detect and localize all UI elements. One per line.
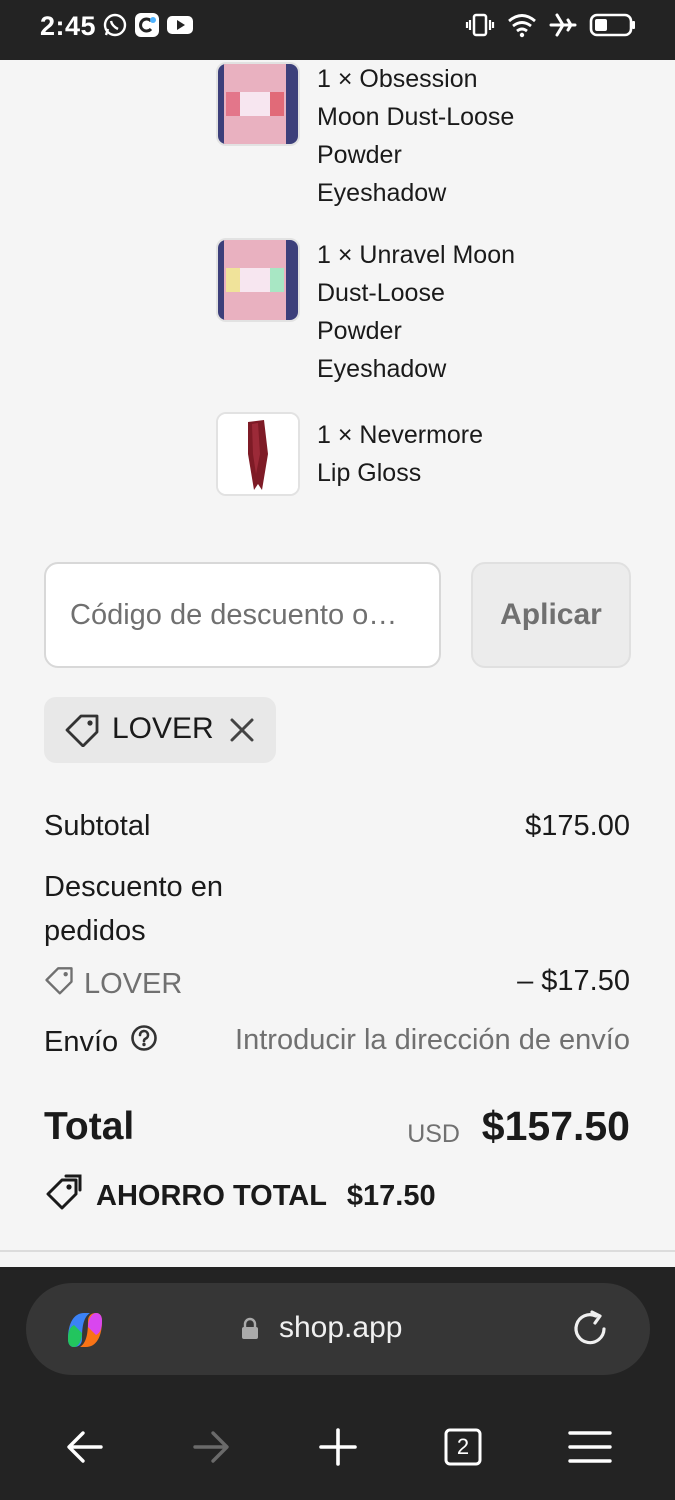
- discount-value: – $17.50: [517, 965, 630, 997]
- back-icon[interactable]: [55, 1417, 115, 1477]
- product-name: 1 × Obsession Moon Dust-Loose Powder Eye…: [317, 65, 515, 207]
- tag-icon: [44, 965, 74, 1003]
- discount-code-input[interactable]: [44, 562, 441, 668]
- reload-icon[interactable]: [570, 1309, 610, 1354]
- discount-code-line: LOVER: [44, 965, 182, 1003]
- copilot-icon[interactable]: [60, 1305, 110, 1360]
- whatsapp-icon: [102, 12, 128, 43]
- product-name: 1 × Unravel Moon Dust-Loose Powder Eyesh…: [317, 241, 516, 383]
- system-icons: [465, 12, 637, 43]
- divider: [0, 1250, 675, 1252]
- currency-code: USD: [407, 1120, 460, 1148]
- browser-nav-row: 2: [0, 1417, 675, 1477]
- savings-value: $17.50: [346, 1179, 436, 1212]
- applied-discount-chip: LOVER: [44, 697, 276, 763]
- tag-icon: [64, 713, 100, 752]
- help-icon[interactable]: [130, 1024, 158, 1060]
- apply-discount-button[interactable]: Aplicar: [471, 562, 631, 668]
- browser-toolbar: shop.app 2: [0, 1267, 675, 1500]
- tabs-button[interactable]: 2: [433, 1417, 493, 1477]
- checkout-content: 1 × Obsession Moon Dust-Loose Powder Eye…: [0, 60, 675, 1252]
- menu-icon[interactable]: [560, 1417, 620, 1477]
- total-savings: AHORRO TOTAL $17.50: [44, 1174, 436, 1218]
- total-label: Total: [44, 1105, 135, 1148]
- wifi-icon: [507, 12, 537, 43]
- applied-code-label: LOVER: [112, 712, 214, 745]
- discount-code-text: LOVER: [84, 967, 183, 1000]
- subtotal-label: Subtotal: [44, 810, 151, 842]
- savings-tags-icon: [44, 1174, 82, 1218]
- lock-icon: [240, 1317, 260, 1346]
- notification-icons: [102, 12, 194, 43]
- shipping-row: Envío: [44, 1024, 158, 1060]
- product-thumbnail: [216, 412, 300, 496]
- total-value: $157.50: [481, 1103, 630, 1149]
- product-thumbnail: [216, 62, 300, 146]
- product-name: 1 × Nevermore Lip Gloss: [317, 421, 484, 487]
- copilot-notification-icon: [134, 12, 160, 43]
- subtotal-value: $175.00: [525, 810, 630, 842]
- url-text[interactable]: shop.app: [279, 1311, 402, 1345]
- order-discount-label: Descuento en pedidos: [44, 871, 223, 947]
- new-tab-plus-icon[interactable]: [308, 1417, 368, 1477]
- shipping-address-prompt: Introducir la dirección de envío: [235, 1024, 630, 1056]
- shipping-label: Envío: [44, 1025, 119, 1058]
- status-bar: 2:45: [0, 0, 675, 60]
- product-thumbnail: [216, 238, 300, 322]
- vibrate-icon: [465, 12, 495, 43]
- airplane-mode-icon: [549, 12, 577, 43]
- youtube-icon: [166, 12, 194, 43]
- savings-label: AHORRO TOTAL: [96, 1179, 327, 1212]
- remove-discount-close-icon[interactable]: [228, 716, 256, 744]
- battery-icon: [589, 12, 637, 43]
- forward-icon[interactable]: [181, 1417, 241, 1477]
- address-bar[interactable]: shop.app: [26, 1283, 650, 1375]
- status-time: 2:45: [40, 11, 97, 41]
